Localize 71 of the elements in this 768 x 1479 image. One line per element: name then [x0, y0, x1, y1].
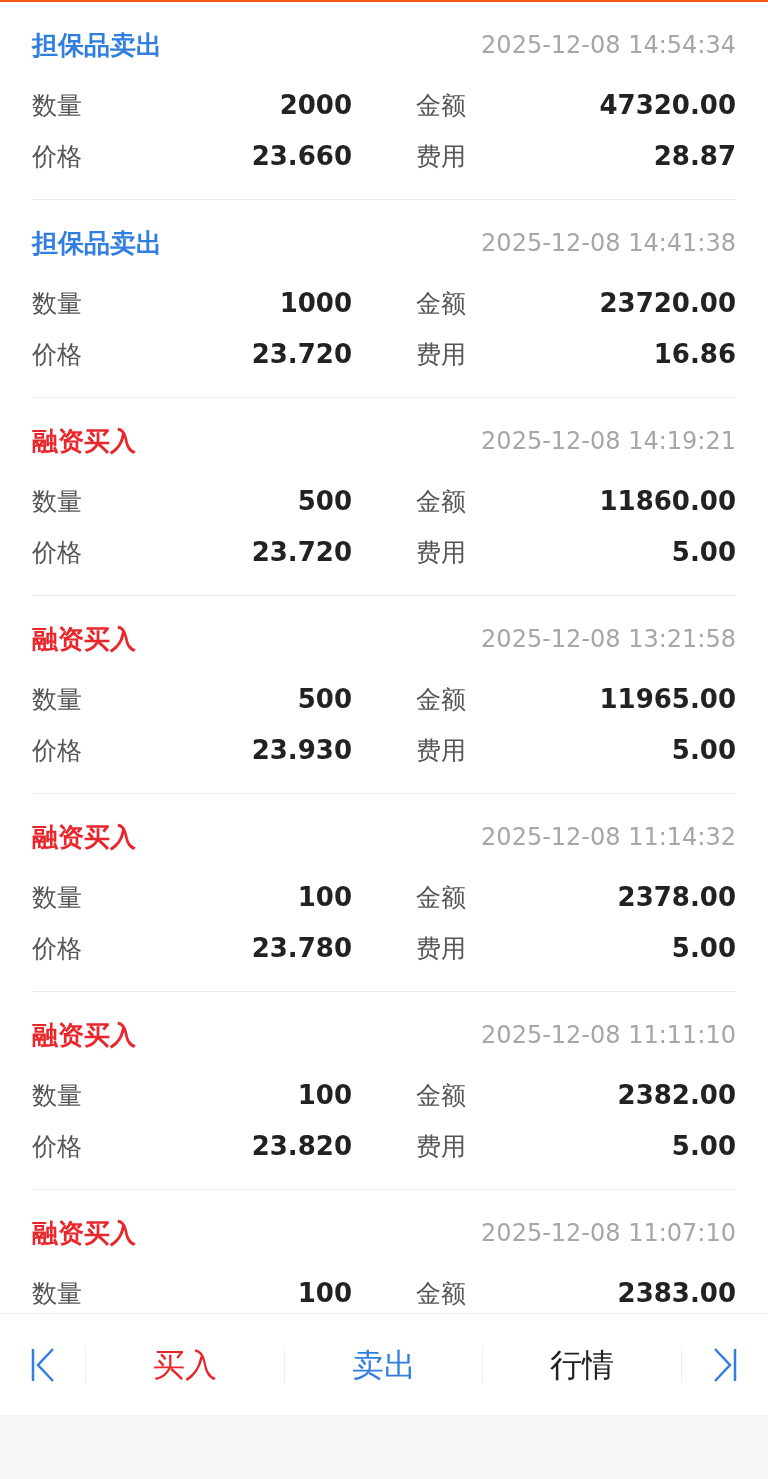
field-value: 5.00: [671, 536, 736, 569]
trade-time: 2025-12-08 14:19:21: [481, 426, 736, 457]
field-label: 金额: [416, 881, 466, 914]
trade-type: 担保品卖出: [32, 28, 162, 62]
field-value: 2000: [279, 89, 352, 122]
field-value: 5.00: [671, 734, 736, 767]
field-value: 2382.00: [617, 1079, 736, 1112]
field-label: 金额: [416, 1079, 466, 1112]
field-value: 500: [297, 683, 352, 716]
trade-type: 融资买入: [32, 622, 136, 656]
field-value: 23.660: [251, 140, 352, 173]
field-label: 数量: [32, 89, 82, 122]
field-value: 100: [297, 1079, 352, 1112]
field-value: 1000: [279, 287, 352, 320]
trade-time: 2025-12-08 11:07:10: [481, 1218, 736, 1249]
field-value: 23.720: [251, 338, 352, 371]
field-label: 数量: [32, 485, 82, 518]
skip-last-icon[interactable]: [713, 1346, 737, 1383]
field-value: 47320.00: [599, 89, 736, 122]
trade-time: 2025-12-08 11:14:32: [481, 822, 736, 853]
field-value: 28.87: [653, 140, 736, 173]
field-label: 价格: [32, 734, 82, 767]
field-label: 金额: [416, 287, 466, 320]
trade-time: 2025-12-08 13:21:58: [481, 624, 736, 655]
trade-type: 融资买入: [32, 424, 136, 458]
trade-type: 融资买入: [32, 1216, 136, 1250]
field-label: 金额: [416, 485, 466, 518]
field-label: 数量: [32, 1079, 82, 1112]
field-label: 价格: [32, 932, 82, 965]
trade-type: 担保品卖出: [32, 226, 162, 260]
toolbar-tab[interactable]: 卖出: [351, 1340, 416, 1389]
field-label: 数量: [32, 1277, 82, 1310]
trade-type: 融资买入: [32, 820, 136, 854]
toolbar-tab[interactable]: 买入: [152, 1340, 217, 1389]
field-value: 500: [297, 485, 352, 518]
field-label: 金额: [416, 683, 466, 716]
field-value: 100: [297, 1277, 352, 1310]
field-value: 11860.00: [599, 485, 736, 518]
field-value: 23.820: [251, 1130, 352, 1163]
field-value: 23.780: [251, 932, 352, 965]
field-label: 价格: [32, 536, 82, 569]
field-label: 费用: [416, 1130, 466, 1163]
field-label: 数量: [32, 881, 82, 914]
field-label: 数量: [32, 683, 82, 716]
field-value: 16.86: [653, 338, 736, 371]
field-value: 23720.00: [599, 287, 736, 320]
trade-type: 融资买入: [32, 1018, 136, 1052]
field-label: 金额: [416, 89, 466, 122]
field-label: 费用: [416, 734, 466, 767]
field-value: 100: [297, 881, 352, 914]
field-label: 价格: [32, 338, 82, 371]
field-label: 费用: [416, 140, 466, 173]
skip-first-icon[interactable]: [30, 1346, 55, 1383]
field-label: 费用: [416, 338, 466, 371]
field-label: 费用: [416, 932, 466, 965]
field-value: 2383.00: [617, 1277, 736, 1310]
field-value: 2378.00: [617, 881, 736, 914]
trade-time: 2025-12-08 14:41:38: [481, 228, 736, 259]
field-value: 23.930: [251, 734, 352, 767]
field-label: 价格: [32, 140, 82, 173]
field-label: 价格: [32, 1130, 82, 1163]
toolbar-tab[interactable]: 行情: [550, 1340, 615, 1389]
trade-time: 2025-12-08 14:54:34: [481, 30, 736, 61]
field-value: 23.720: [251, 536, 352, 569]
field-label: 费用: [416, 536, 466, 569]
field-label: 数量: [32, 287, 82, 320]
trade-time: 2025-12-08 11:11:10: [481, 1020, 736, 1051]
field-value: 11965.00: [599, 683, 736, 716]
field-value: 5.00: [671, 932, 736, 965]
field-label: 金额: [416, 1277, 466, 1310]
field-value: 5.00: [671, 1130, 736, 1163]
